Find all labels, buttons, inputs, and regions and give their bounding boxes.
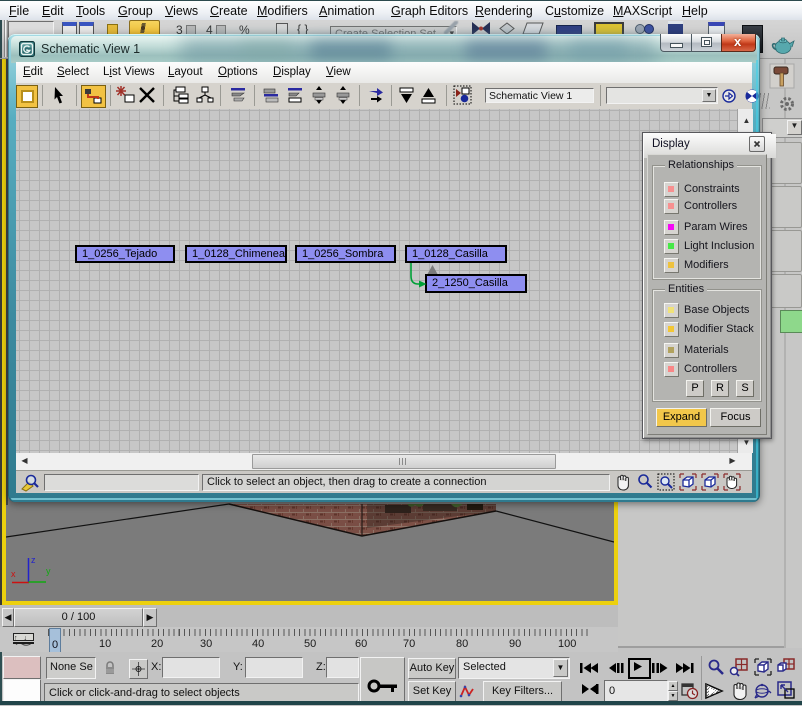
svg-text:z: z bbox=[31, 555, 36, 565]
svg-text:x: x bbox=[11, 569, 16, 579]
svg-text:y: y bbox=[46, 566, 51, 576]
